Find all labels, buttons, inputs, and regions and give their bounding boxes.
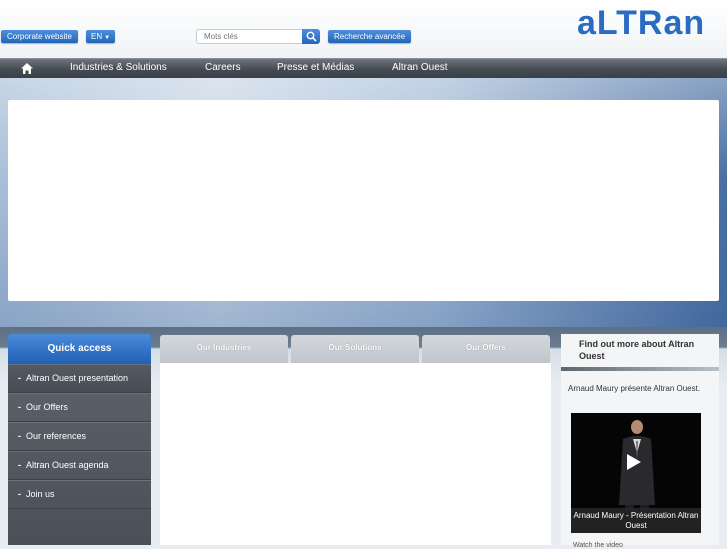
tab-content	[160, 363, 551, 545]
advanced-search-button[interactable]: Recherche avancée	[328, 30, 412, 43]
quick-access-item-references[interactable]: - Our references	[8, 422, 151, 451]
video-player[interactable]: Arnaud Maury - Présentation Altran Ouest	[571, 413, 701, 533]
banner-background	[0, 78, 727, 328]
nav-presse-medias[interactable]: Presse et Médias	[277, 59, 354, 78]
video-title: Arnaud Maury - Présentation Altran Ouest	[571, 508, 701, 533]
language-label: EN	[91, 32, 103, 41]
tab-our-industries[interactable]: Our Industries	[160, 335, 288, 363]
dash-icon: -	[18, 402, 21, 412]
watch-video-link[interactable]: Watch the video	[573, 542, 623, 549]
quick-access-item-join-us[interactable]: - Join us	[8, 480, 151, 509]
play-icon[interactable]	[627, 454, 641, 470]
content-tabs: Our Industries Our Solutions Our Offers	[160, 335, 551, 363]
altran-logo[interactable]: aLTRan	[577, 6, 713, 40]
corporate-website-button[interactable]: Corporate website	[1, 30, 78, 43]
dash-icon: -	[18, 431, 21, 441]
header-bar: Corporate website EN▼ Recherche avancée …	[0, 0, 727, 58]
quick-access-item-offers[interactable]: - Our Offers	[8, 393, 151, 422]
divider	[561, 367, 719, 371]
video-caption: Arnaud Maury présente Altran Ouest.	[568, 384, 701, 393]
quick-access-label: Join us	[26, 489, 55, 499]
main-nav: Industries & Solutions Careers Presse et…	[0, 58, 727, 79]
nav-careers[interactable]: Careers	[205, 59, 241, 78]
caret-down-icon: ▼	[104, 35, 111, 41]
search-input[interactable]	[196, 29, 309, 44]
search-icon	[306, 31, 317, 42]
quick-access-item-agenda[interactable]: - Altran Ouest agenda	[8, 451, 151, 480]
search-button[interactable]	[302, 29, 320, 44]
nav-altran-ouest[interactable]: Altran Ouest	[392, 59, 448, 78]
nav-industries-solutions[interactable]: Industries & Solutions	[70, 59, 167, 78]
dash-icon: -	[18, 373, 21, 383]
quick-access-label: Our Offers	[26, 402, 68, 412]
find-out-title: Find out more about Altran Ouest	[579, 339, 695, 361]
tab-our-solutions[interactable]: Our Solutions	[291, 335, 419, 363]
quick-access-panel: Quick access - Altran Ouest presentation …	[8, 334, 151, 545]
find-out-panel: Find out more about Altran Ouest Arnaud …	[561, 334, 719, 549]
logo-text: aLTRan	[577, 6, 705, 40]
quick-access-label: Altran Ouest presentation	[26, 373, 129, 383]
dash-icon: -	[18, 489, 21, 499]
quick-access-label: Altran Ouest agenda	[26, 460, 109, 470]
language-select[interactable]: EN ▼	[86, 30, 116, 43]
tab-our-offers[interactable]: Our Offers	[422, 335, 550, 363]
quick-access-item-presentation[interactable]: - Altran Ouest presentation	[8, 364, 151, 393]
banner-area	[8, 100, 719, 301]
quick-access-title: Quick access	[8, 334, 151, 364]
home-icon[interactable]	[20, 62, 34, 75]
quick-access-label: Our references	[26, 431, 87, 441]
dash-icon: -	[18, 460, 21, 470]
